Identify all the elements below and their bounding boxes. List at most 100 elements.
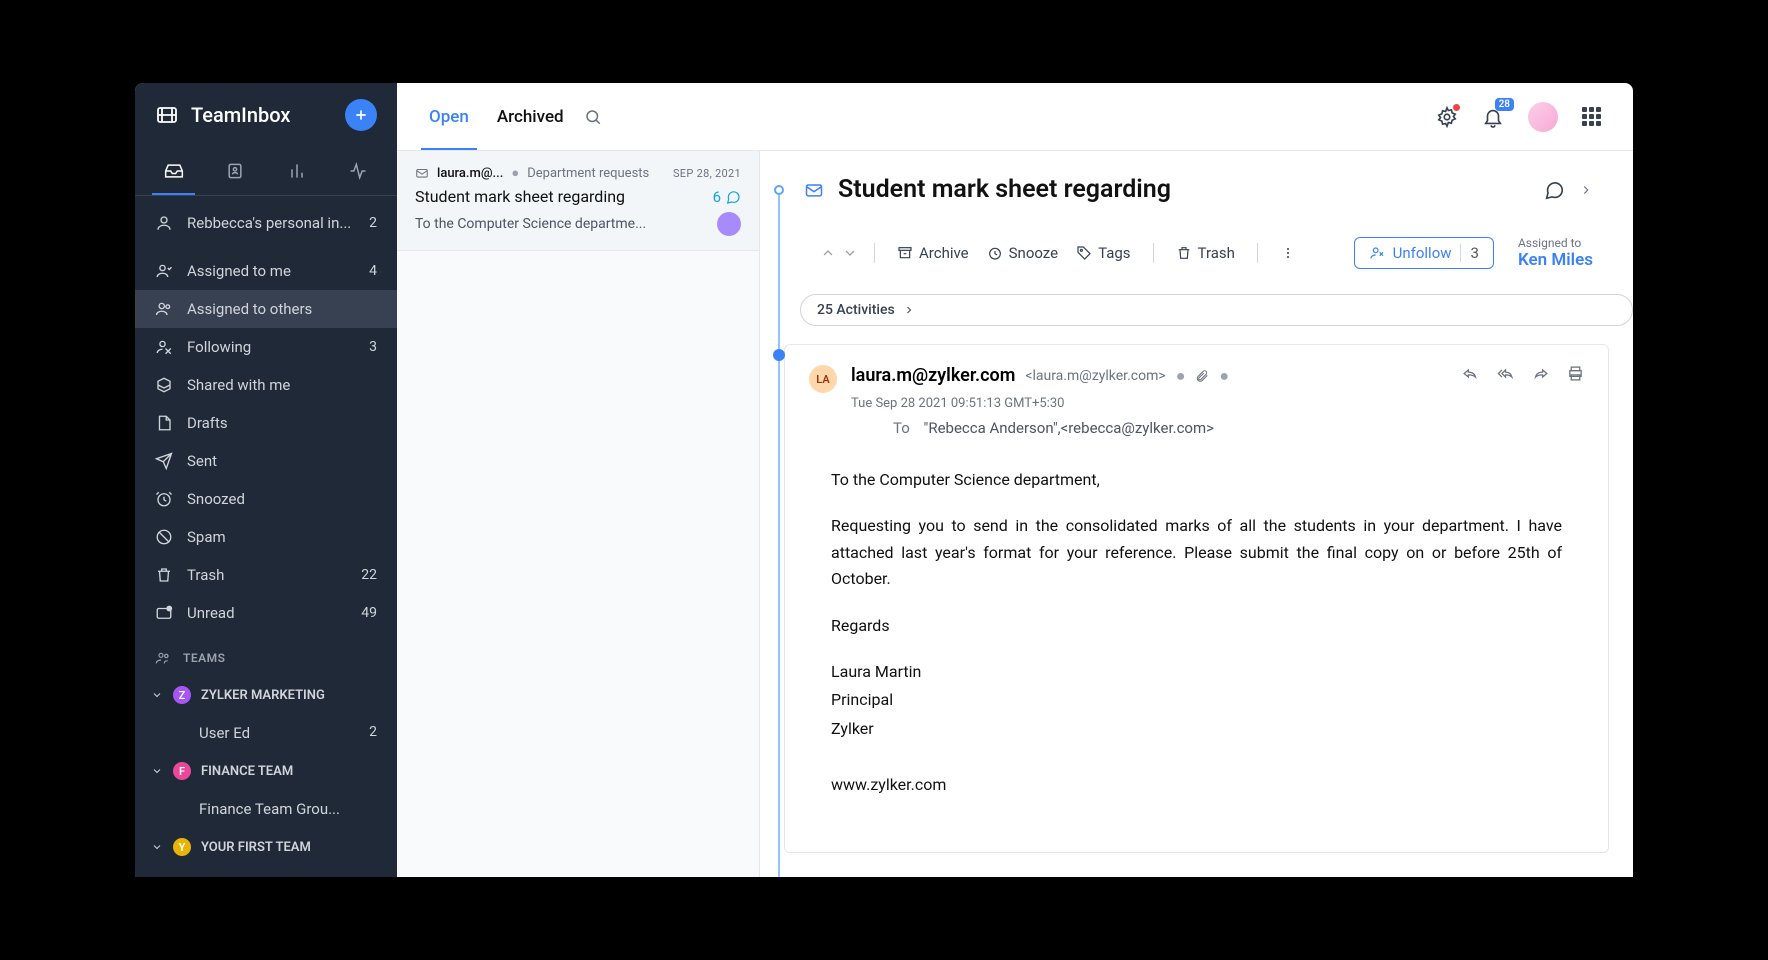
- nav-assigned-others[interactable]: Assigned to others: [135, 290, 397, 328]
- assigned-block[interactable]: Assigned to Ken Miles: [1518, 236, 1593, 270]
- team-sub-item[interactable]: Finance Team Grou...: [135, 790, 397, 828]
- detail-subject: Student mark sheet regarding: [838, 175, 1529, 204]
- sidebar-tab-inbox[interactable]: [143, 147, 205, 195]
- thread-from: laura.m@...: [437, 166, 503, 181]
- archive-icon: [897, 245, 913, 261]
- user-avatar[interactable]: [1528, 102, 1558, 132]
- nav-following[interactable]: Following 3: [135, 328, 397, 366]
- to-row: To "Rebecca Anderson",<rebecca@zylker.co…: [851, 411, 1448, 437]
- forward-icon[interactable]: [1532, 365, 1549, 382]
- nav-label: Drafts: [187, 414, 377, 432]
- nav-shared[interactable]: Shared with me: [135, 366, 397, 404]
- to-label: To: [893, 419, 910, 437]
- archive-button[interactable]: Archive: [891, 240, 975, 266]
- trash-button[interactable]: Trash: [1170, 240, 1241, 266]
- sidebar-tab-analytics[interactable]: [266, 147, 328, 195]
- from-email: <laura.m@zylker.com>: [1025, 368, 1165, 384]
- nav-assigned-me[interactable]: Assigned to me 4: [135, 252, 397, 290]
- nav-label: Trash: [187, 566, 347, 584]
- following-icon: [155, 338, 173, 356]
- activities-label: 25 Activities: [817, 302, 895, 318]
- top-tab-group: Open Archived: [429, 83, 564, 150]
- team-item[interactable]: Y YOUR FIRST TEAM: [135, 828, 397, 866]
- from-block: laura.m@zylker.com <laura.m@zylker.com> …: [851, 365, 1448, 437]
- thread-assignee-avatar: [717, 212, 741, 236]
- team-sub-item[interactable]: User Ed2: [135, 714, 397, 752]
- person-icon: [155, 214, 173, 232]
- nav-count: 3: [369, 339, 377, 355]
- nav-spam[interactable]: Spam: [135, 518, 397, 556]
- thread-item[interactable]: laura.m@... ● Department requests SEP 28…: [397, 151, 759, 251]
- search-button[interactable]: [584, 108, 602, 126]
- more-icon: [1280, 245, 1296, 261]
- message-timestamp: Tue Sep 28 2021 09:51:13 GMT+5:30: [851, 396, 1064, 411]
- reply-all-icon[interactable]: [1497, 365, 1514, 382]
- nav-count: 49: [361, 605, 377, 621]
- print-icon[interactable]: [1567, 365, 1584, 382]
- detail-header: Student mark sheet regarding: [760, 151, 1633, 220]
- sender-avatar: LA: [809, 365, 837, 393]
- unfollow-icon: [1369, 245, 1385, 261]
- app-name: TeamInbox: [191, 103, 333, 127]
- team-name: YOUR FIRST TEAM: [201, 840, 311, 855]
- team-sub-item[interactable]: Your first inbox6: [135, 866, 397, 877]
- snoozed-icon: [155, 490, 173, 508]
- sidebar-body: Rebbecca's personal in... 2 Assigned to …: [135, 196, 397, 877]
- team-item[interactable]: F FINANCE TEAM: [135, 752, 397, 790]
- to-value: "Rebecca Anderson",<rebecca@zylker.com>: [924, 419, 1214, 437]
- chevron-down-icon: [151, 841, 163, 853]
- trash-icon: [155, 566, 173, 584]
- trash-icon: [1176, 245, 1192, 261]
- expand-button[interactable]: [1579, 183, 1593, 197]
- thread-subject-row: Student mark sheet regarding 6: [415, 187, 741, 206]
- settings-button[interactable]: [1436, 106, 1458, 128]
- sidebar: TeamInbox Rebbecca's personal in... 2 As…: [135, 83, 397, 877]
- teams-icon: [155, 650, 171, 666]
- unfollow-button[interactable]: Unfollow 3: [1354, 237, 1494, 269]
- apps-grid-button[interactable]: [1582, 107, 1601, 126]
- nav-prev-next: [820, 245, 858, 261]
- thread-date: SEP 28, 2021: [673, 167, 741, 180]
- tab-open[interactable]: Open: [429, 83, 469, 150]
- top-actions: 28: [1436, 102, 1601, 132]
- activities-pill[interactable]: 25 Activities: [800, 294, 1633, 326]
- team-badge: F: [173, 762, 191, 780]
- team-item[interactable]: Z ZYLKER MARKETING: [135, 676, 397, 714]
- reply-icon[interactable]: [1462, 365, 1479, 382]
- nav-trash[interactable]: Trash 22: [135, 556, 397, 594]
- nav-drafts[interactable]: Drafts: [135, 404, 397, 442]
- sig-name: Laura Martin: [831, 659, 1562, 685]
- chat-button[interactable]: [1543, 179, 1565, 201]
- sidebar-tab-activity[interactable]: [328, 147, 390, 195]
- sent-icon: [155, 452, 173, 470]
- nav-label: Unread: [187, 604, 347, 622]
- sidebar-tab-contacts[interactable]: [205, 147, 267, 195]
- nav-personal-inbox[interactable]: Rebbecca's personal in... 2: [135, 204, 397, 242]
- compose-button[interactable]: [345, 99, 377, 131]
- assigned-others-icon: [155, 300, 173, 318]
- nav-sent[interactable]: Sent: [135, 442, 397, 480]
- sig-company: Zylker: [831, 716, 1562, 742]
- nav-unread[interactable]: Unread 49: [135, 594, 397, 632]
- tab-archived[interactable]: Archived: [497, 83, 564, 150]
- settings-badge: [1453, 104, 1460, 111]
- chevron-right-icon: [903, 304, 915, 316]
- chevron-down-icon[interactable]: [842, 245, 858, 261]
- attachment-row: Attachment (1) ● Download as Zip: [785, 843, 1608, 853]
- timeline-rail: [778, 187, 780, 877]
- top-bar: Open Archived 28: [397, 83, 1633, 151]
- spam-icon: [155, 528, 173, 546]
- more-button[interactable]: [1274, 241, 1302, 265]
- snooze-button[interactable]: Snooze: [981, 240, 1064, 266]
- assigned-name: Ken Miles: [1518, 250, 1593, 270]
- assigned-label: Assigned to: [1518, 236, 1593, 250]
- nav-snoozed[interactable]: Snoozed: [135, 480, 397, 518]
- team-badge: Y: [173, 838, 191, 856]
- tags-button[interactable]: Tags: [1070, 240, 1136, 266]
- chevron-up-icon[interactable]: [820, 245, 836, 261]
- archive-label: Archive: [919, 244, 969, 262]
- sig-url: www.zylker.com: [831, 772, 1562, 798]
- thread-category: Department requests: [527, 166, 649, 181]
- contacts-icon: [225, 161, 245, 181]
- notifications-button[interactable]: 28: [1482, 106, 1504, 128]
